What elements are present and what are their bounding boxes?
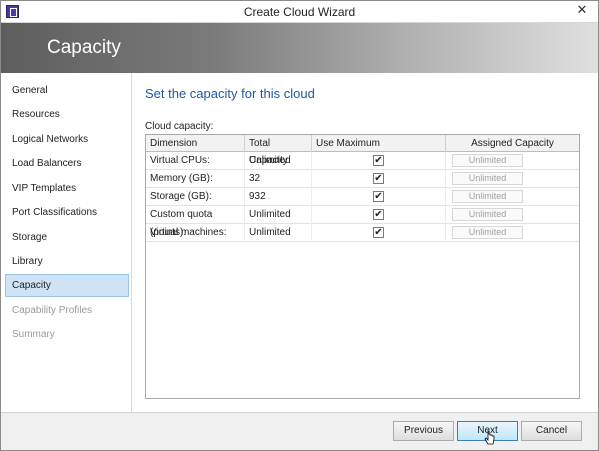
assigned-capacity-input: Unlimited: [452, 172, 523, 185]
assigned-capacity-cell: Unlimited: [446, 224, 579, 242]
wizard-steps-sidebar: General Resources Logical Networks Load …: [1, 73, 132, 412]
sidebar-item-capability-profiles: Capability Profiles: [12, 305, 93, 316]
cancel-button[interactable]: Cancel: [521, 421, 582, 441]
total-capacity-cell: 932: [245, 188, 312, 206]
table-row[interactable]: Storage (GB): 932 ✔ Unlimited: [146, 188, 579, 206]
table-row[interactable]: Virtual machines: Unlimited ✔ Unlimited: [146, 224, 579, 242]
assigned-capacity-input: Unlimited: [452, 208, 523, 221]
assigned-capacity-cell: Unlimited: [446, 170, 579, 188]
use-maximum-checkbox[interactable]: ✔: [373, 155, 384, 166]
sidebar-item-general[interactable]: General: [5, 79, 129, 102]
sidebar-item-logical-networks[interactable]: Logical Networks: [5, 128, 129, 151]
close-icon[interactable]: ✕: [569, 1, 595, 19]
title-bar[interactable]: Create Cloud Wizard ✕: [1, 1, 598, 23]
window-title: Create Cloud Wizard: [243, 5, 356, 19]
next-button[interactable]: Next: [457, 421, 518, 445]
assigned-capacity-input: Unlimited: [452, 226, 523, 239]
use-maximum-cell: ✔: [312, 188, 446, 206]
dimension-cell: Custom quota (points):: [146, 206, 245, 238]
use-maximum-checkbox[interactable]: ✔: [373, 227, 384, 238]
use-maximum-checkbox[interactable]: ✔: [373, 209, 384, 220]
sidebar-item-storage[interactable]: Storage: [5, 226, 129, 249]
sidebar-item-load-balancers[interactable]: Load Balancers: [5, 152, 129, 175]
wizard-footer: Previous Next Cancel: [1, 412, 598, 450]
use-maximum-cell: ✔: [312, 152, 446, 170]
use-maximum-checkbox[interactable]: ✔: [373, 173, 384, 184]
total-capacity-cell: Unlimited: [245, 224, 312, 242]
dimension-cell: Virtual CPUs:: [146, 152, 245, 170]
total-capacity-cell: Unlimited: [245, 152, 312, 170]
use-maximum-cell: ✔: [312, 224, 446, 242]
main-content: Set the capacity for this cloud Cloud ca…: [133, 73, 598, 412]
table-row[interactable]: Custom quota (points): Unlimited ✔ Unlim…: [146, 206, 579, 238]
sidebar-item-resources[interactable]: Resources: [5, 103, 129, 126]
dimension-cell: Virtual machines:: [146, 224, 245, 242]
column-header-use-maximum[interactable]: Use Maximum: [312, 135, 446, 152]
total-capacity-cell: Unlimited: [245, 206, 312, 224]
assigned-capacity-input: Unlimited: [452, 190, 523, 203]
column-header-assigned-capacity[interactable]: Assigned Capacity: [446, 135, 579, 152]
mouse-cursor-icon: [484, 430, 495, 445]
use-maximum-checkbox[interactable]: ✔: [373, 191, 384, 202]
wizard-window: Create Cloud Wizard ✕ Capacity General R…: [0, 0, 599, 451]
capacity-table: Dimension Total Capacity Use Maximum Ass…: [145, 134, 580, 399]
column-header-total-capacity[interactable]: Total Capacity: [245, 135, 312, 166]
sidebar-item-vip-templates[interactable]: VIP Templates: [5, 177, 129, 200]
page-title: Set the capacity for this cloud: [145, 86, 315, 101]
table-header: Dimension Total Capacity Use Maximum Ass…: [146, 135, 579, 166]
sidebar-item-summary: Summary: [12, 329, 55, 340]
assigned-capacity-input: Unlimited: [452, 154, 523, 167]
table-row[interactable]: Memory (GB): 32 ✔ Unlimited: [146, 170, 579, 188]
use-maximum-cell: ✔: [312, 206, 446, 224]
assigned-capacity-cell: Unlimited: [446, 152, 579, 170]
use-maximum-cell: ✔: [312, 170, 446, 188]
header-banner: Capacity: [1, 23, 598, 73]
cloud-capacity-label: Cloud capacity:: [145, 121, 214, 132]
sidebar-item-library[interactable]: Library: [5, 250, 129, 273]
column-header-dimension[interactable]: Dimension: [146, 135, 245, 152]
previous-button[interactable]: Previous: [393, 421, 454, 441]
sidebar-item-port-classifications[interactable]: Port Classifications: [5, 201, 129, 224]
total-capacity-cell: 32: [245, 170, 312, 188]
assigned-capacity-cell: Unlimited: [446, 188, 579, 206]
dimension-cell: Storage (GB):: [146, 188, 245, 206]
table-row[interactable]: Virtual CPUs: Unlimited ✔ Unlimited: [146, 152, 579, 170]
dimension-cell: Memory (GB):: [146, 170, 245, 188]
sidebar-item-capacity[interactable]: Capacity: [5, 274, 129, 297]
banner-title: Capacity: [47, 37, 121, 58]
assigned-capacity-cell: Unlimited: [446, 206, 579, 224]
